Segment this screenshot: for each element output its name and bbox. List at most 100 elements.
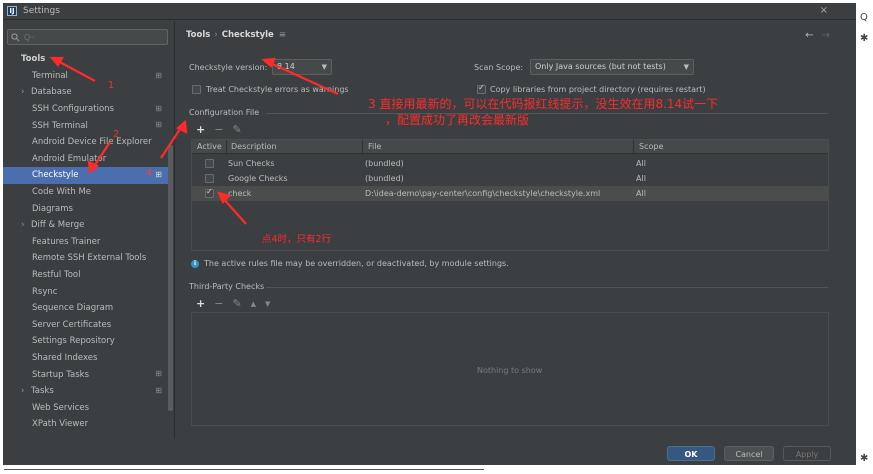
annotation-2: 2: [113, 129, 120, 140]
move-up-icon[interactable]: ▲: [251, 300, 256, 308]
sidebar-item-label: Shared Indexes: [32, 352, 98, 363]
table-row[interactable]: Google Checks (bundled) All: [192, 171, 828, 186]
sidebar-item-server-certificates[interactable]: Server Certificates: [3, 317, 168, 334]
search-input[interactable]: [24, 31, 164, 43]
treat-errors-label: Treat Checkstyle errors as warnings: [206, 85, 349, 94]
sidebar-item-label: Restful Tool: [32, 270, 81, 281]
sidebar-section-tools[interactable]: Tools: [3, 51, 168, 68]
ok-button[interactable]: OK: [667, 446, 715, 461]
gear-icon[interactable]: ✱: [860, 33, 868, 44]
sidebar-item-diff-merge[interactable]: › Diff & Merge: [3, 217, 168, 234]
sidebar-item-label: Settings Repository: [32, 336, 115, 347]
chevron-right-icon: ›: [21, 220, 25, 231]
sidebar-item-label: Android Emulator: [32, 153, 107, 164]
gear-icon[interactable]: ✱: [860, 453, 868, 464]
forward-arrow-icon[interactable]: →: [822, 30, 830, 41]
edit-icon[interactable]: ✎: [232, 123, 241, 136]
sidebar-item-checkstyle[interactable]: Checkstyle ⊞: [3, 167, 168, 184]
active-checkbox[interactable]: [205, 187, 214, 198]
sidebar-item-sequence-diagram[interactable]: Sequence Diagram: [3, 300, 168, 317]
intellij-app-icon: IJ: [7, 6, 17, 16]
breadcrumb-parent[interactable]: Tools: [186, 30, 210, 40]
sidebar-item-terminal[interactable]: Terminal ⊞: [3, 68, 168, 85]
active-checkbox[interactable]: [205, 174, 214, 183]
project-scope-icon: ⊞: [155, 70, 162, 80]
table-row[interactable]: check D:\idea-demo\pay-center\config\che…: [192, 186, 828, 201]
sidebar-item-remote-ssh-external-tools[interactable]: Remote SSH External Tools: [3, 250, 168, 267]
sidebar-item-startup-tasks[interactable]: Startup Tasks ⊞: [3, 366, 168, 383]
search-icon[interactable]: Q: [860, 12, 868, 23]
sidebar-item-features-trainer[interactable]: Features Trainer: [3, 234, 168, 251]
sidebar-item-settings-repository[interactable]: Settings Repository: [3, 333, 168, 350]
sidebar-item-diagrams[interactable]: Diagrams: [3, 200, 168, 217]
sidebar-item-restful-tool[interactable]: Restful Tool: [3, 267, 168, 284]
checkstyle-version-select[interactable]: 8.14 ▼: [272, 59, 332, 75]
cancel-button[interactable]: Cancel: [724, 446, 774, 461]
sidebar-item-ssh-terminal[interactable]: SSH Terminal ⊞: [3, 117, 168, 134]
active-checkbox[interactable]: [205, 159, 214, 168]
sidebar-item-label: SSH Terminal: [32, 120, 88, 131]
row-file: D:\idea-demo\pay-center\config\checkstyl…: [365, 189, 601, 198]
edit-icon[interactable]: ✎: [232, 297, 241, 310]
add-icon[interactable]: +: [196, 297, 205, 310]
project-scope-icon: ⊞: [155, 170, 162, 180]
empty-list-text: Nothing to show: [477, 366, 543, 375]
sidebar-item-database[interactable]: › Database: [3, 84, 168, 101]
scan-scope-select[interactable]: Only Java sources (but not tests) ▼: [530, 59, 694, 75]
breadcrumb-separator: ›: [214, 30, 218, 40]
row-scope: All: [636, 159, 646, 168]
column-header-scope[interactable]: Scope: [639, 142, 663, 151]
move-down-icon[interactable]: ▼: [265, 300, 270, 308]
sidebar-item-code-with-me[interactable]: Code With Me: [3, 184, 168, 201]
project-scope-icon: ⊞: [155, 103, 162, 113]
sidebar-item-label: Rsync: [32, 286, 58, 297]
column-header-active[interactable]: Active: [197, 142, 222, 151]
sidebar-item-ssh-configurations[interactable]: SSH Configurations ⊞: [3, 101, 168, 118]
sidebar-item-label: Terminal: [32, 70, 68, 81]
search-icon: [11, 33, 20, 42]
sidebar-item-label: Sequence Diagram: [32, 303, 114, 314]
column-header-file[interactable]: File: [368, 142, 381, 151]
sidebar-item-label: Checkstyle: [32, 170, 79, 181]
back-arrow-icon[interactable]: ←: [805, 30, 813, 41]
annotation-4: 4: [146, 168, 153, 179]
chevron-right-icon: ›: [21, 386, 25, 397]
sidebar-item-label: Diagrams: [32, 203, 73, 214]
breadcrumb: Tools › Checkstyle ≡: [186, 30, 286, 40]
row-file: (bundled): [365, 159, 404, 168]
page-title: Checkstyle: [221, 30, 274, 40]
sidebar-item-tasks[interactable]: › Tasks ⊞: [3, 383, 168, 400]
sidebar-scrollbar[interactable]: [168, 145, 173, 411]
title-bar: IJ Settings ×: [3, 3, 856, 20]
settings-sidebar: Tools Terminal ⊞ › Database SSH Configurat…: [3, 21, 175, 439]
annotation-3-line1: 3 直接用最新的，可以在代码报红线提示，没生效在用8.14试一下: [368, 97, 719, 111]
settings-search-box[interactable]: [7, 29, 168, 45]
close-icon[interactable]: ×: [820, 5, 828, 16]
remove-icon[interactable]: −: [214, 297, 223, 310]
column-header-description[interactable]: Description: [231, 142, 277, 151]
chevron-down-icon: ▼: [683, 63, 689, 71]
sidebar-item-web-services[interactable]: Web Services: [3, 399, 168, 416]
add-icon[interactable]: +: [196, 123, 205, 136]
scan-scope-value: Only Java sources (but not tests): [535, 62, 666, 71]
apply-button[interactable]: Apply: [783, 446, 831, 461]
treat-errors-checkbox[interactable]: [192, 85, 201, 94]
row-description: check: [228, 189, 252, 198]
table-row[interactable]: Sun Checks (bundled) All: [192, 156, 828, 171]
settings-window: IJ Settings × Tools Terminal ⊞ › Database …: [3, 3, 856, 465]
third-party-toolbar: + − ✎ ▲ ▼: [196, 297, 270, 310]
chevron-down-icon: ▼: [321, 63, 327, 71]
checkstyle-version-label: Checkstyle version:: [189, 63, 268, 72]
sidebar-item-android-device-file-explorer[interactable]: Android Device File Explorer: [3, 134, 168, 151]
remove-icon[interactable]: −: [214, 123, 223, 136]
background-window-strip: Q ✱ ✱: [856, 0, 873, 474]
row-file: (bundled): [365, 174, 404, 183]
sidebar-item-shared-indexes[interactable]: Shared Indexes: [3, 350, 168, 367]
sidebar-item-xpath-viewer[interactable]: XPath Viewer: [3, 416, 168, 433]
project-scope-icon: ⊞: [155, 385, 162, 395]
sidebar-item-android-emulator[interactable]: Android Emulator: [3, 151, 168, 168]
copy-libraries-checkbox[interactable]: [477, 83, 486, 94]
row-scope: All: [636, 189, 646, 198]
sidebar-item-rsync[interactable]: Rsync: [3, 283, 168, 300]
sidebar-item-label: XPath Viewer: [32, 419, 89, 430]
